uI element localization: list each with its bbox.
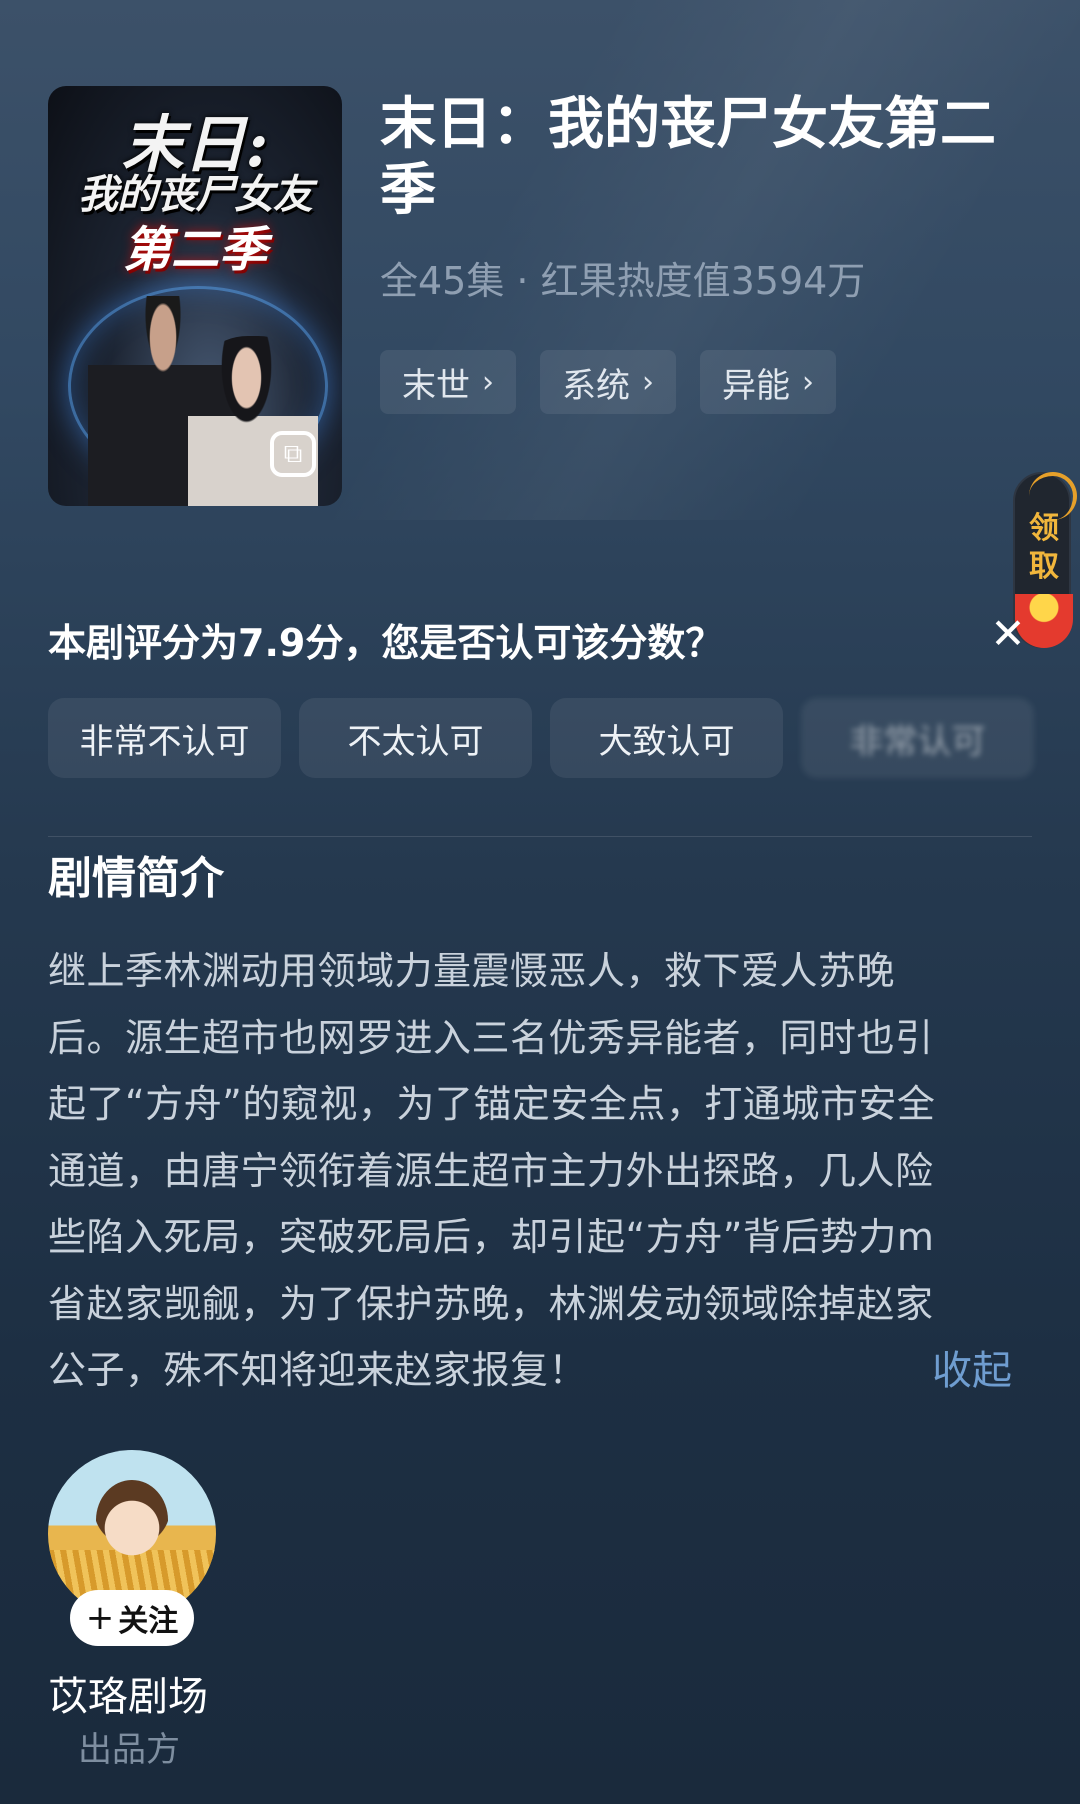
rating-question: 本剧评分为7.9分，您是否认可该分数？ bbox=[48, 621, 724, 665]
producer-name[interactable]: 苡珞剧场 bbox=[48, 1664, 208, 1722]
synopsis-heading: 剧情简介 bbox=[48, 853, 224, 904]
rating-option-strongly-disagree[interactable]: 非常不认可 bbox=[48, 698, 281, 778]
producer-role: 出品方 bbox=[78, 1730, 180, 1770]
drama-poster[interactable]: 末日: 我的丧尸女友 第二季 ⧉ bbox=[48, 86, 342, 506]
synopsis-line: 些陷入死局，突破死局后，却引起“方舟”背后势力m bbox=[48, 1215, 935, 1259]
section-divider bbox=[48, 836, 1032, 837]
rating-option-disagree[interactable]: 不太认可 bbox=[299, 698, 532, 778]
tag-label: 异能 bbox=[722, 365, 790, 406]
drama-title: 末日：我的丧尸女友第二季 bbox=[380, 92, 996, 223]
drama-meta: 全45集 · 红果热度值3594万 bbox=[380, 259, 866, 303]
synopsis-line: 省赵家觊觎，为了保护苏晚，林渊发动领域除掉赵家 bbox=[48, 1281, 934, 1326]
rating-option-strongly-agree[interactable]: 非常认可 bbox=[801, 698, 1034, 778]
avatar-character bbox=[96, 1480, 168, 1560]
synopsis-line: 起了“方舟”的窥视，为了锚定安全点，打通城市安全 bbox=[48, 1082, 936, 1126]
tag-list: 末世 › 系统 › 异能 › bbox=[380, 350, 836, 414]
plus-icon: + bbox=[85, 1598, 115, 1638]
tag-label: 末世 bbox=[402, 365, 470, 406]
poster-female-figure bbox=[188, 336, 318, 506]
tag-apocalypse[interactable]: 末世 › bbox=[380, 350, 516, 414]
synopsis-line: 通道，由唐宁领衔着源生超市主力外出探路，几人险 bbox=[48, 1148, 934, 1193]
close-icon[interactable]: ✕ bbox=[986, 612, 1030, 656]
poster-title-line3: 第二季 bbox=[122, 222, 267, 278]
synopsis-line: 公子，殊不知将迎来赵家报复！ bbox=[48, 1348, 588, 1392]
reward-label: 领取 bbox=[1029, 511, 1059, 584]
follow-button[interactable]: + 关注 bbox=[70, 1590, 194, 1646]
synopsis-text: 继上季林渊动用领域力量震慑恶人，救下爱人苏晚 后。源生超市也网罗进入三名优秀异能… bbox=[48, 938, 1032, 1404]
rating-option-mostly-agree[interactable]: 大致认可 bbox=[550, 698, 783, 778]
rating-options: 非常不认可 不太认可 大致认可 非常认可 bbox=[48, 698, 1034, 778]
tag-superpower[interactable]: 异能 › bbox=[700, 350, 836, 414]
chevron-right-icon: › bbox=[482, 364, 494, 400]
cast-icon[interactable]: ⧉ bbox=[270, 431, 316, 477]
tag-system[interactable]: 系统 › bbox=[540, 350, 676, 414]
follow-label: 关注 bbox=[118, 1604, 179, 1639]
synopsis-line: 继上季林渊动用领域力量震慑恶人，救下爱人苏晚 bbox=[48, 949, 896, 993]
tag-label: 系统 bbox=[562, 365, 630, 406]
collapse-button[interactable]: 收起 bbox=[932, 1338, 1012, 1396]
chevron-right-icon: › bbox=[802, 364, 814, 400]
chevron-right-icon: › bbox=[642, 364, 654, 400]
synopsis-line: 后。源生超市也网罗进入三名优秀异能者，同时也引 bbox=[48, 1015, 934, 1060]
